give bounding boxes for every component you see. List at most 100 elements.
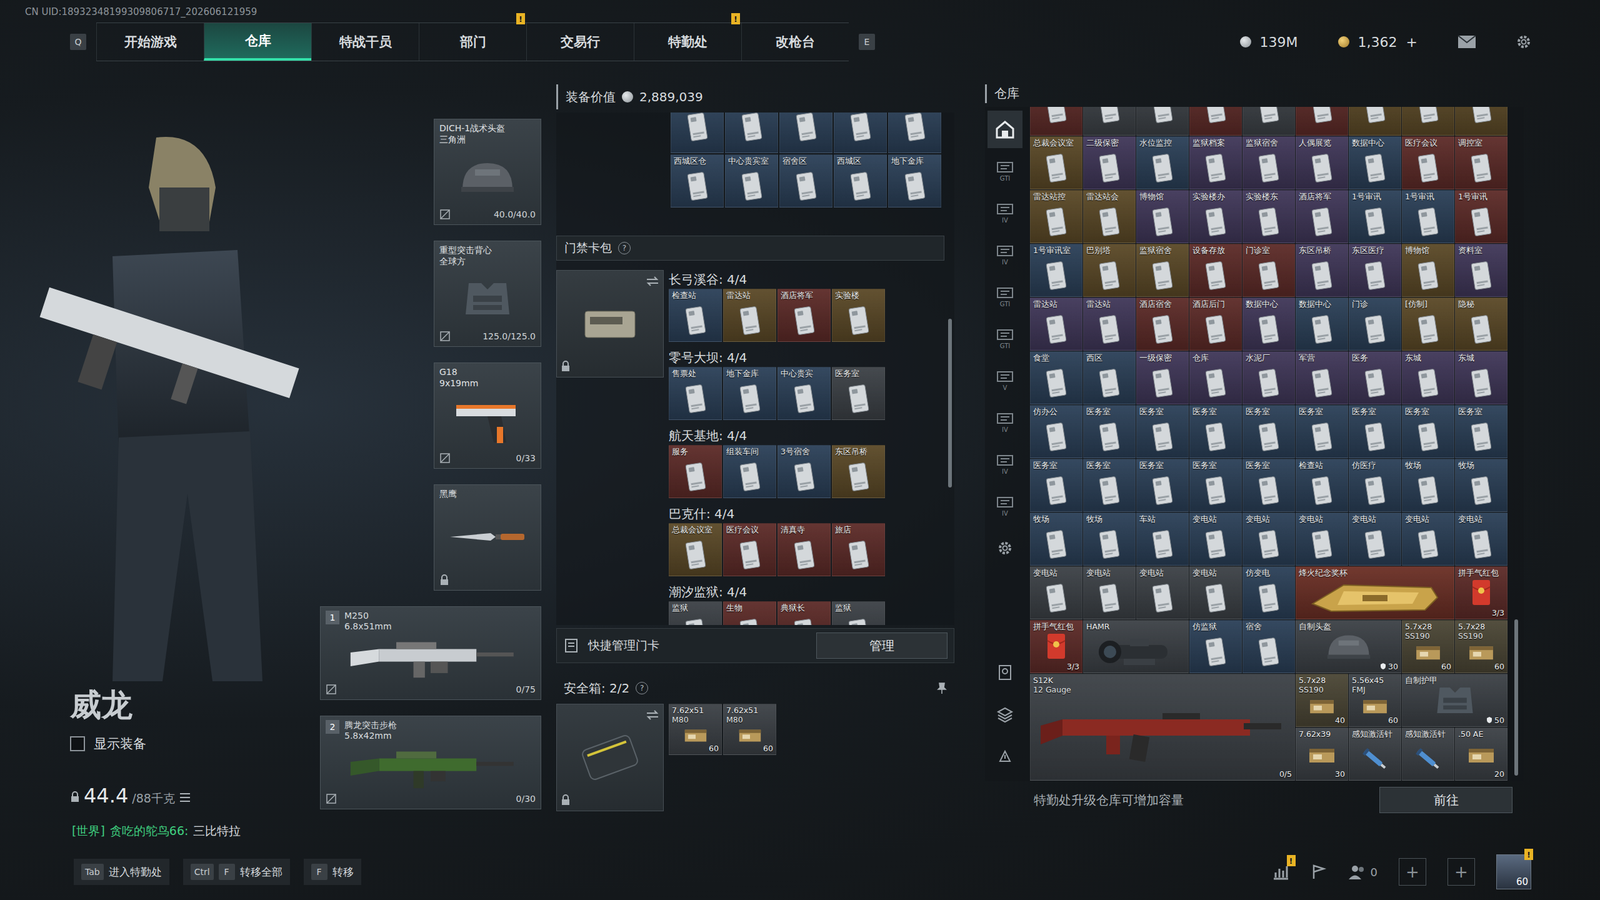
inventory-item[interactable]	[1136, 106, 1189, 136]
warehouse-tab[interactable]	[987, 110, 1023, 149]
warehouse-tab[interactable]: V	[987, 361, 1023, 400]
button-label[interactable]: 前往	[1433, 791, 1459, 809]
weapon-slot[interactable]: 1M2506.8x51mm0/75	[320, 606, 542, 700]
inventory-item[interactable]: 医务室	[1242, 458, 1295, 512]
tab-label[interactable]: 特勤处	[668, 33, 708, 51]
inventory-item[interactable]: 医务室	[831, 366, 885, 420]
inventory-item[interactable]: 检查站	[668, 288, 722, 342]
inventory-item[interactable]: 资料室	[1455, 243, 1508, 297]
inventory-item[interactable]: 仓库	[1189, 351, 1242, 405]
inventory-item[interactable]: 酒店宿舍	[1136, 297, 1189, 351]
inventory-item[interactable]: 医务室	[1189, 405, 1242, 459]
inventory-item[interactable]: 监狱宿舍	[1136, 243, 1189, 297]
inventory-item[interactable]: 西区	[1083, 351, 1136, 405]
inventory-item[interactable]: 军营	[1295, 351, 1349, 405]
inventory-item[interactable]	[1242, 106, 1295, 136]
inventory-item[interactable]	[1348, 106, 1402, 136]
inventory-item[interactable]: 东城	[1401, 351, 1455, 405]
inventory-item[interactable]: 酒店后门	[1189, 297, 1242, 351]
inventory-item[interactable]	[1030, 106, 1083, 136]
inventory-item[interactable]: 变电站	[1189, 566, 1242, 620]
inventory-item[interactable]: 旅店	[831, 523, 885, 577]
nav-tab[interactable]: 特战干员	[311, 23, 419, 61]
safe-slot[interactable]	[556, 703, 664, 812]
inventory-item[interactable]: 拼手气红包3/3	[1455, 566, 1508, 620]
inventory-item[interactable]: 雷达站会	[1083, 190, 1136, 244]
inventory-item[interactable]: 医务室	[1030, 458, 1083, 512]
inventory-item[interactable]: 中心贵宾室	[725, 154, 779, 208]
shortcut[interactable]: F转移	[303, 858, 362, 885]
inventory-item[interactable]: 医务室	[1295, 405, 1349, 459]
warehouse-tab[interactable]: IV	[987, 194, 1023, 232]
inventory-item[interactable]: 西城区仓	[670, 154, 724, 208]
inventory-item[interactable]: 实验楼办	[1189, 190, 1242, 244]
inventory-item[interactable]: 二级保密	[1083, 136, 1136, 190]
inventory-item[interactable]	[888, 112, 942, 154]
inventory-item[interactable]: [仿制]	[1401, 297, 1455, 351]
inventory-item[interactable]: 牧场	[1030, 512, 1083, 566]
inventory-item[interactable]: 隐秘	[1455, 297, 1508, 351]
inventory-item[interactable]: 5.7x28SS19060	[1401, 620, 1455, 674]
sort-icon[interactable]	[987, 737, 1023, 775]
tab-label[interactable]: IV	[1001, 216, 1009, 224]
inventory-item[interactable]: 5.56x45FMJ60	[1348, 673, 1402, 727]
inventory-item[interactable]: 车站	[1136, 512, 1189, 566]
inventory-item[interactable]: 监狱宿舍	[1242, 136, 1295, 190]
inventory-item[interactable]	[725, 112, 779, 154]
inventory-item[interactable]: 门诊	[1348, 297, 1402, 351]
inventory-item[interactable]: 7.62x51M8060	[723, 703, 777, 755]
swap-icon[interactable]	[645, 274, 660, 289]
equipment-slot[interactable]: DICH-1战术头盔三角洲40.0/40.0	[433, 118, 542, 225]
nav-tab[interactable]: 仓库	[203, 23, 312, 61]
warehouse-tab[interactable]: GTI	[987, 320, 1023, 358]
inventory-item[interactable]: 1号审讯室	[1030, 243, 1083, 297]
list-icon[interactable]	[178, 792, 192, 803]
equipment-slot[interactable]: G189x19mm0/33	[433, 362, 542, 469]
inventory-item[interactable]: 巴别塔	[1083, 243, 1136, 297]
inventory-item[interactable]: 自制头盔30	[1295, 620, 1402, 674]
inventory-item[interactable]: 变电站	[1295, 512, 1349, 566]
inventory-item[interactable]: 牧场	[1401, 458, 1455, 512]
swap-icon[interactable]	[645, 708, 660, 722]
inventory-item[interactable]: 仿监狱	[1189, 620, 1242, 674]
tab-label[interactable]: IV	[1001, 258, 1009, 266]
inventory-item[interactable]: 酒店将军	[777, 288, 831, 342]
warehouse-tab[interactable]: GTI	[987, 278, 1023, 316]
tab-label[interactable]: IV	[1001, 468, 1009, 475]
inventory-item[interactable]: 5.7x28SS19040	[1295, 673, 1349, 727]
inventory-item[interactable]: 自制护甲50	[1401, 673, 1508, 727]
inventory-item[interactable]: 设备存放	[1189, 243, 1242, 297]
inventory-item[interactable]: 医务室	[1136, 405, 1189, 459]
inventory-item[interactable]: 售票处	[668, 366, 722, 420]
inventory-item[interactable]: 实验楼	[831, 288, 885, 342]
scroll-thumb[interactable]	[948, 318, 952, 488]
scrollbar[interactable]	[948, 112, 952, 625]
inventory-item[interactable]: 清真寺	[777, 523, 831, 577]
inventory-item[interactable]: 一级保密	[1136, 351, 1189, 405]
go-button[interactable]: 前往	[1379, 786, 1513, 814]
inventory-item[interactable]: 变电站	[1083, 566, 1136, 620]
inventory-item[interactable]: .50 AE20	[1455, 727, 1508, 781]
tab-label[interactable]: 仓库	[245, 31, 272, 50]
inventory-item[interactable]: 总裁会议室	[1030, 136, 1083, 190]
help-button[interactable]: ?	[618, 241, 631, 255]
inventory-item[interactable]: 数据中心	[1295, 297, 1349, 351]
warehouse-tab[interactable]: IV	[987, 445, 1023, 484]
inventory-item[interactable]: 变电站	[1030, 566, 1083, 620]
inventory-item[interactable]: 数据中心	[1242, 297, 1295, 351]
inventory-item[interactable]: 医疗会议	[723, 523, 777, 577]
inventory-item[interactable]: 医务室	[1083, 458, 1136, 512]
inventory-item[interactable]: 雷达站	[723, 288, 777, 342]
inventory-item[interactable]: 变电站	[1401, 512, 1455, 566]
inventory-item[interactable]	[670, 112, 724, 154]
equipment-slot[interactable]: 黑鹰	[433, 484, 542, 591]
team-slot[interactable]: +	[1447, 858, 1475, 886]
inventory-item[interactable]: 医务室	[1136, 458, 1189, 512]
inventory-item[interactable]: 监狱	[668, 601, 722, 625]
inventory-item[interactable]: 1号审讯	[1348, 190, 1402, 244]
inventory-item[interactable]: 1号审讯	[1455, 190, 1508, 244]
friends-button[interactable]: 0	[1348, 863, 1378, 880]
gear-icon[interactable]	[1516, 34, 1532, 50]
tab-label[interactable]: 开始游戏	[124, 33, 177, 51]
inventory-item[interactable]: 宿舍区	[779, 154, 833, 208]
